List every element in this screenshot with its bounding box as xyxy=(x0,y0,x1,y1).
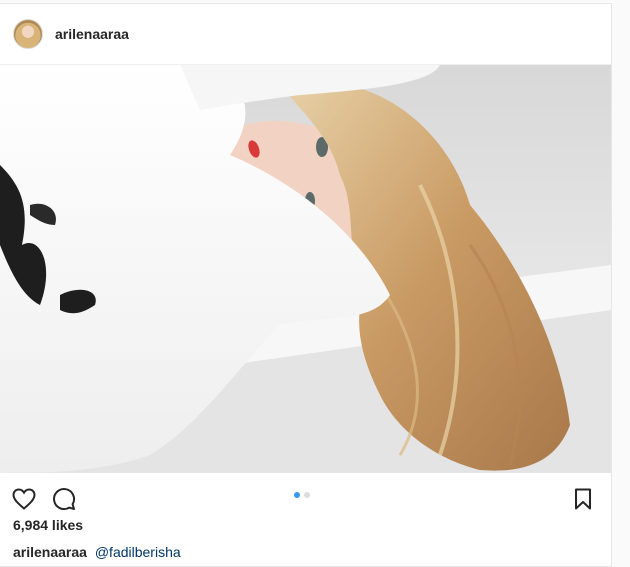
post-actions xyxy=(0,473,611,523)
post-header: arilenaaraa xyxy=(0,4,611,65)
caption: arilenaaraa @fadilberisha xyxy=(13,544,181,560)
carousel-indicator xyxy=(294,492,310,498)
caption-mention[interactable]: @fadilberisha xyxy=(95,544,181,560)
bookmark-icon[interactable] xyxy=(569,485,597,513)
carousel-dot-active xyxy=(294,492,300,498)
post-username[interactable]: arilenaaraa xyxy=(55,26,129,42)
caption-username[interactable]: arilenaaraa xyxy=(13,544,87,560)
avatar[interactable] xyxy=(13,19,43,49)
comment-icon[interactable] xyxy=(50,485,78,513)
post-image[interactable] xyxy=(0,65,611,473)
photo-illustration xyxy=(0,65,611,473)
likes-count[interactable]: 6,984 likes xyxy=(13,517,83,533)
carousel-dot xyxy=(304,492,310,498)
post-card: arilenaaraa 6,984 likes arilenaaraa @fad… xyxy=(0,3,612,567)
heart-icon[interactable] xyxy=(10,485,38,513)
